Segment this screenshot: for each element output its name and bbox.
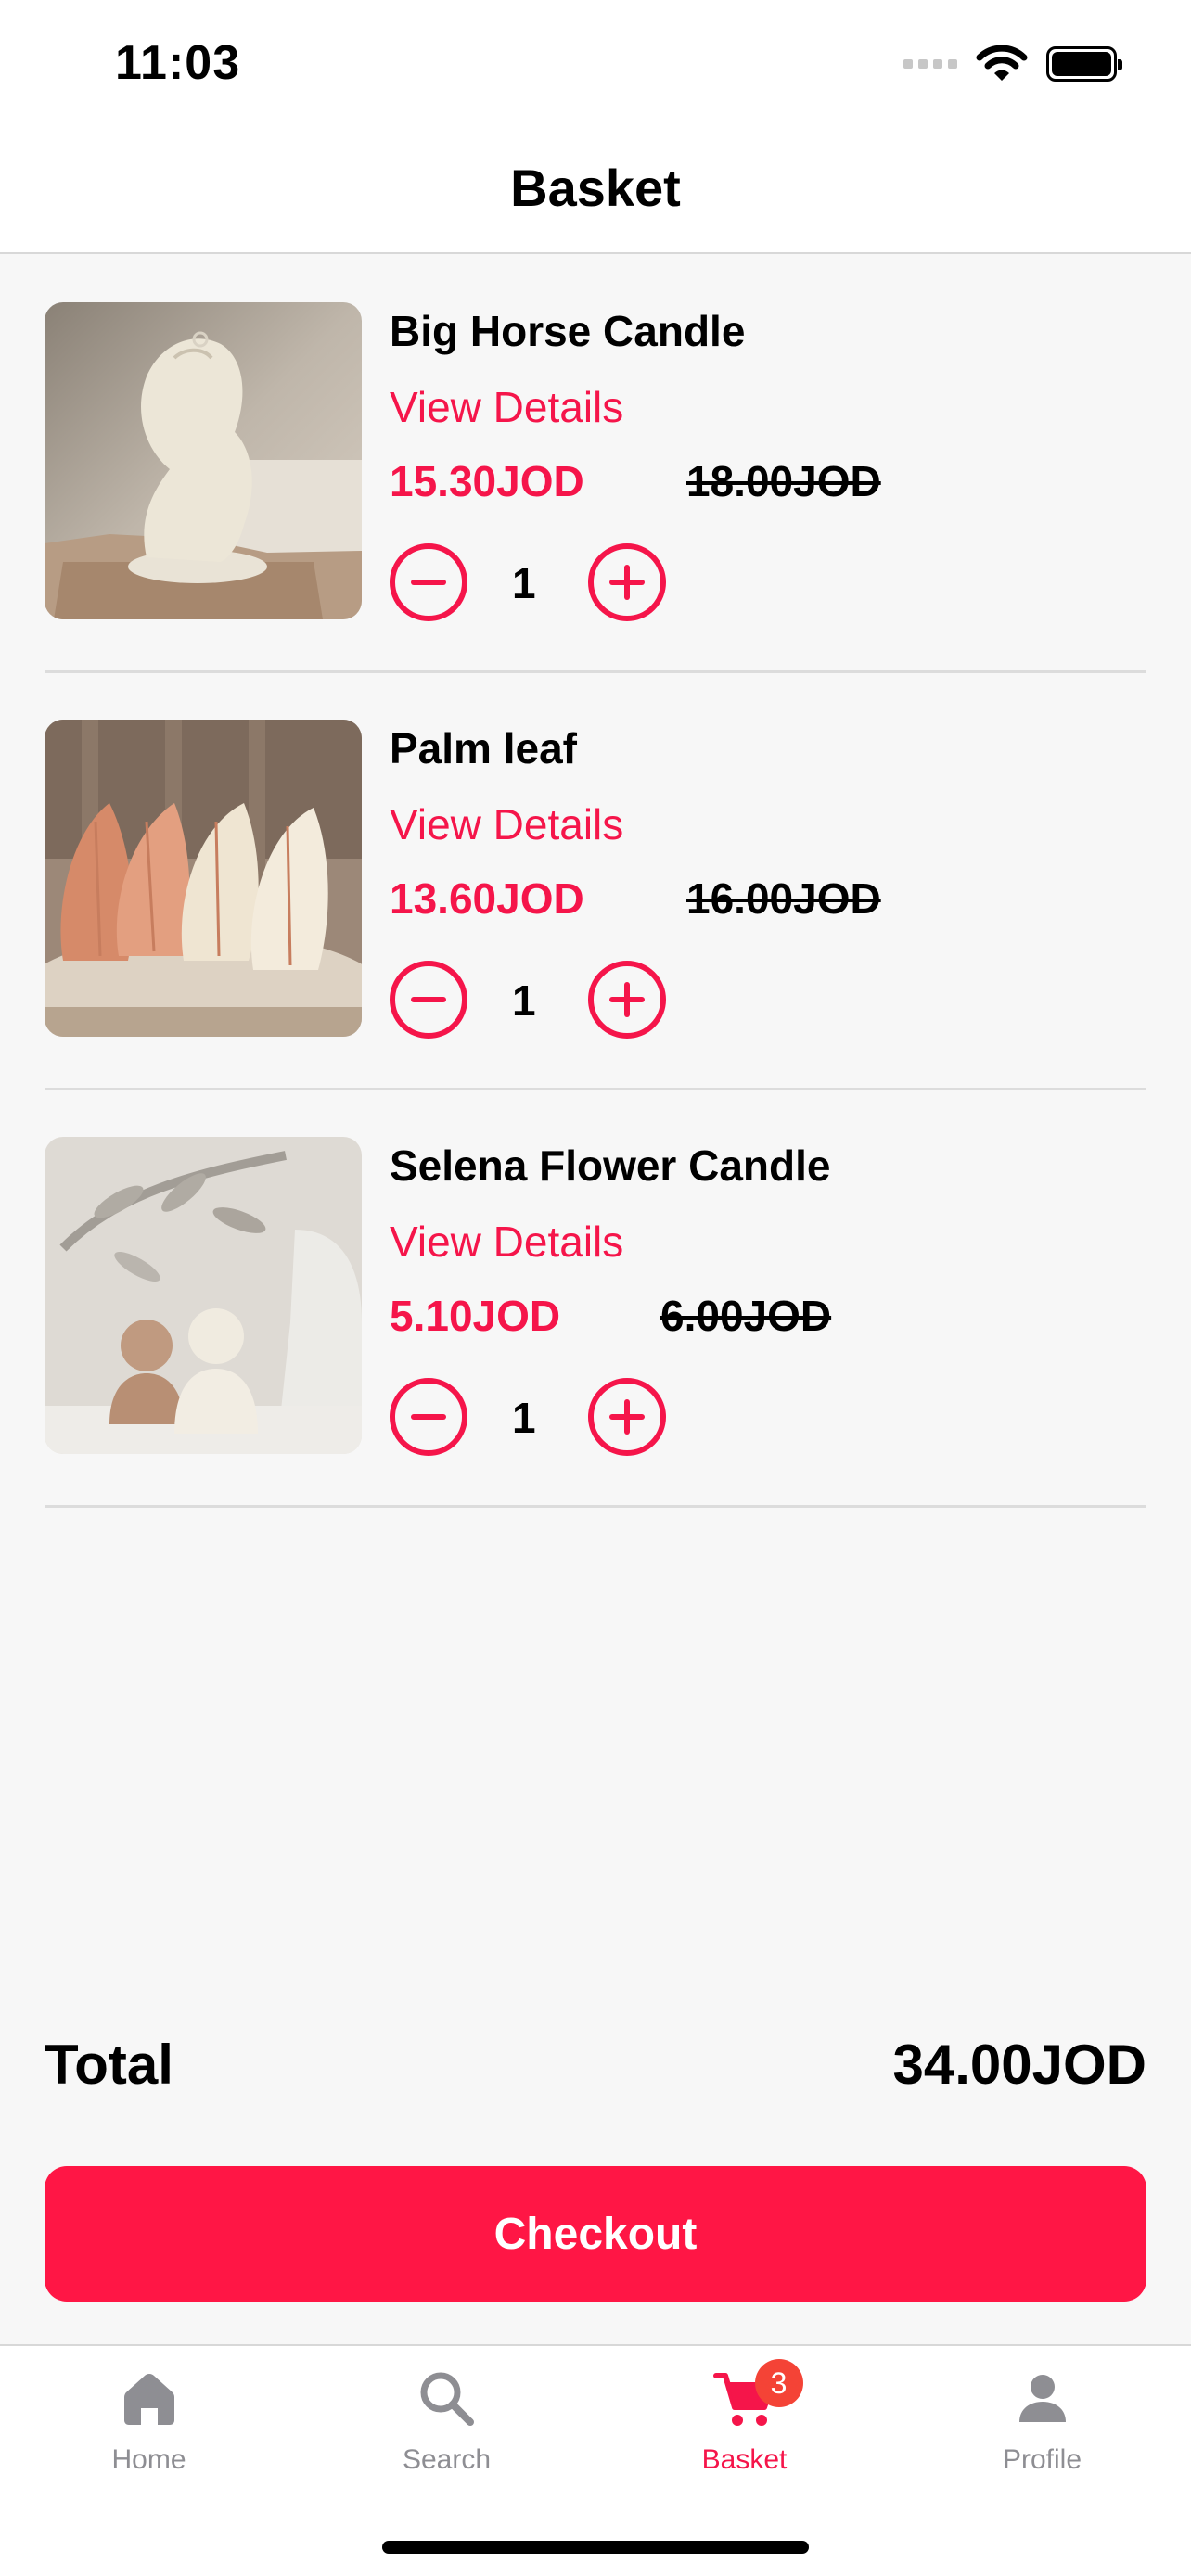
palm-leaf-candle-image	[45, 720, 362, 1037]
search-icon	[415, 2366, 480, 2431]
view-details-link[interactable]: View Details	[390, 382, 623, 432]
product-old-price: 18.00JOD	[686, 457, 881, 505]
person-icon	[1010, 2366, 1075, 2431]
increase-quantity-button[interactable]	[588, 1378, 666, 1456]
decrease-quantity-button[interactable]	[390, 543, 467, 621]
status-icons	[903, 45, 1122, 83]
tab-home[interactable]: Home	[0, 2346, 298, 2522]
nav-header: Basket	[0, 139, 1191, 254]
view-details-link[interactable]: View Details	[390, 1217, 623, 1267]
decrease-quantity-button[interactable]	[390, 961, 467, 1039]
product-price: 15.30JOD	[390, 457, 584, 505]
product-image[interactable]	[45, 302, 362, 619]
tab-basket[interactable]: 3 Basket	[596, 2346, 893, 2522]
product-old-price: 6.00JOD	[660, 1292, 832, 1340]
page-title: Basket	[510, 158, 681, 217]
flower-candle-image	[45, 1137, 362, 1454]
cart-icon: 3	[712, 2359, 803, 2431]
increase-quantity-button[interactable]	[588, 543, 666, 621]
quantity-value: 1	[512, 559, 536, 607]
tab-label: Search	[402, 2444, 492, 2475]
product-name: Palm leaf	[390, 724, 577, 772]
tab-label: Basket	[701, 2444, 788, 2475]
tab-label: Home	[111, 2444, 186, 2475]
product-name: Big Horse Candle	[390, 307, 746, 355]
wifi-icon	[976, 45, 1028, 81]
total-value: 34.00JOD	[892, 2034, 1146, 2096]
tab-search[interactable]: Search	[298, 2346, 596, 2522]
horse-candle-image	[45, 302, 362, 619]
home-indicator[interactable]	[382, 2541, 809, 2554]
total-label: Total	[45, 2034, 173, 2096]
status-bar: 11:03	[0, 0, 1191, 139]
product-image[interactable]	[45, 720, 362, 1037]
basket-item: Selena Flower Candle View Details 5.10JO…	[45, 1090, 1146, 1508]
basket-list: Big Horse Candle View Details 15.30JOD 1…	[45, 256, 1146, 1508]
checkout-button[interactable]: Checkout	[45, 2166, 1146, 2302]
battery-icon	[1046, 46, 1122, 82]
tab-label: Profile	[1002, 2444, 1082, 2475]
increase-quantity-button[interactable]	[588, 961, 666, 1039]
view-details-link[interactable]: View Details	[390, 799, 623, 849]
basket-item: Big Horse Candle View Details 15.30JOD 1…	[45, 256, 1146, 673]
cart-badge: 3	[754, 2359, 803, 2407]
product-price: 5.10JOD	[390, 1292, 561, 1340]
product-price: 13.60JOD	[390, 874, 584, 923]
product-image[interactable]	[45, 1137, 362, 1454]
quantity-value: 1	[512, 976, 536, 1025]
basket-item: Palm leaf View Details 13.60JOD 16.00JOD…	[45, 673, 1146, 1090]
cellular-signal-icon	[903, 59, 957, 69]
product-name: Selena Flower Candle	[390, 1141, 831, 1190]
status-time: 11:03	[115, 36, 241, 90]
quantity-value: 1	[512, 1394, 536, 1442]
product-old-price: 16.00JOD	[686, 874, 881, 923]
tab-profile[interactable]: Profile	[893, 2346, 1191, 2522]
home-icon	[117, 2366, 182, 2431]
decrease-quantity-button[interactable]	[390, 1378, 467, 1456]
